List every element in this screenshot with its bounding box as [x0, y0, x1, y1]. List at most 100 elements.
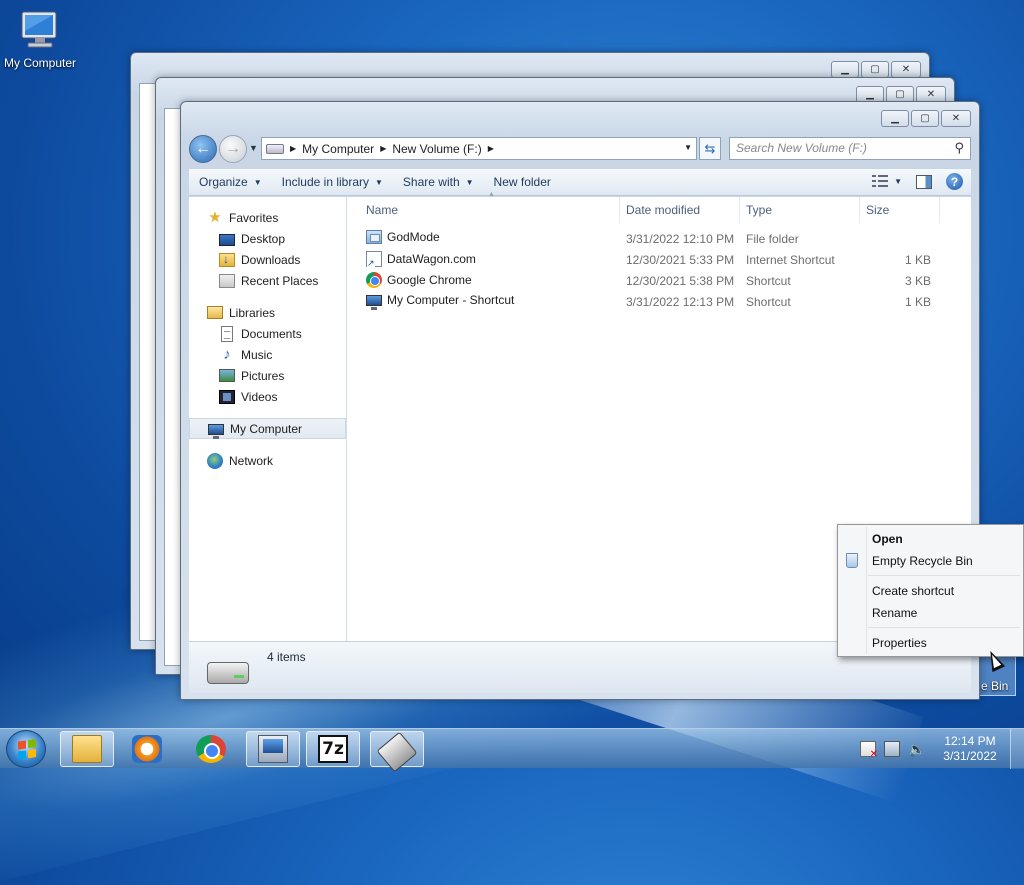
nav-downloads[interactable]: Downloads: [189, 249, 346, 270]
nav-network[interactable]: Network: [189, 450, 346, 471]
desktop-icon-label: e Bin: [981, 679, 1009, 693]
search-icon[interactable]: ⚲: [954, 140, 964, 156]
menu-item-rename[interactable]: Rename: [838, 602, 1023, 624]
desktop-icon-my-computer[interactable]: My Computer: [0, 6, 80, 70]
maximize-button[interactable]: ▢: [911, 110, 939, 127]
file-row[interactable]: My Computer - Shortcut 3/31/2022 12:13 P…: [348, 292, 971, 313]
nav-label: Music: [241, 347, 273, 362]
menu-label: Properties: [872, 636, 927, 650]
maximize-button[interactable]: ▢: [861, 61, 889, 78]
nav-favorites[interactable]: ★ Favorites: [189, 207, 346, 228]
nav-recent-places[interactable]: Recent Places: [189, 270, 346, 291]
nav-pictures[interactable]: Pictures: [189, 365, 346, 386]
refresh-button[interactable]: ⇆: [699, 137, 721, 160]
nav-libraries[interactable]: Libraries: [189, 302, 346, 323]
preview-pane-icon[interactable]: [916, 174, 932, 189]
command-bar: Organize ▼ Include in library ▼ Share wi…: [189, 168, 971, 196]
clock[interactable]: 12:14 PM 3/31/2022: [934, 734, 1006, 764]
internet-shortcut-icon: [366, 251, 382, 268]
share-with-label: Share with: [402, 175, 460, 189]
column-header-date[interactable]: Date modified: [620, 197, 740, 223]
file-name: My Computer - Shortcut: [387, 293, 515, 307]
nav-label: Videos: [241, 389, 278, 404]
share-with-button[interactable]: Share with ▼: [393, 175, 484, 189]
show-desktop-button[interactable]: [1010, 729, 1024, 769]
caret-down-icon: ▼: [465, 177, 474, 187]
close-button[interactable]: ✕: [941, 110, 971, 127]
file-row[interactable]: GodMode 3/31/2022 12:10 PM File folder: [348, 229, 971, 250]
help-icon[interactable]: ?: [946, 173, 963, 190]
menu-label: Open: [872, 532, 903, 546]
computer-icon: [258, 735, 288, 763]
file-name: GodMode: [387, 230, 440, 244]
menu-item-create-shortcut[interactable]: Create shortcut: [838, 580, 1023, 602]
nav-label: Recent Places: [241, 273, 319, 288]
music-icon: ♪: [223, 345, 231, 363]
back-button[interactable]: ←: [189, 135, 217, 163]
file-date: 3/31/2022 12:10 PM: [626, 232, 735, 246]
chevron-right-icon[interactable]: ▶: [488, 144, 494, 153]
details-view-icon: [872, 174, 889, 189]
column-label: Date modified: [626, 203, 701, 217]
forward-button[interactable]: →: [219, 135, 247, 163]
history-dropdown-button[interactable]: ▼: [249, 143, 258, 153]
folder-icon: [366, 230, 382, 244]
menu-separator: [838, 572, 1023, 580]
file-type: Shortcut: [746, 295, 791, 309]
system-tray: 🔈 12:14 PM 3/31/2022: [852, 729, 1024, 769]
file-row[interactable]: Google Chrome 12/30/2021 5:38 PM Shortcu…: [348, 271, 971, 292]
network-icon[interactable]: [884, 741, 900, 757]
chevron-right-icon[interactable]: ▶: [380, 144, 386, 153]
chrome-icon: [196, 735, 226, 763]
column-header-type[interactable]: Type: [740, 197, 860, 223]
column-label: Name: [366, 203, 399, 217]
nav-my-computer[interactable]: My Computer: [189, 418, 346, 439]
pictures-icon: [219, 369, 235, 382]
nav-desktop[interactable]: Desktop: [189, 228, 346, 249]
organize-button[interactable]: Organize ▼: [189, 175, 272, 189]
media-player-icon: [132, 735, 162, 763]
column-header-size[interactable]: Size: [860, 197, 940, 223]
menu-item-open[interactable]: Open: [838, 528, 1023, 550]
computer-shortcut-icon: [366, 295, 382, 310]
include-in-library-button[interactable]: Include in library ▼: [272, 175, 393, 189]
search-input[interactable]: Search New Volume (F:) ⚲: [729, 137, 971, 160]
nav-label: Libraries: [229, 305, 276, 320]
chevron-right-icon[interactable]: ▶: [290, 144, 296, 153]
new-folder-button[interactable]: New folder: [484, 175, 561, 189]
action-center-icon[interactable]: [860, 741, 878, 760]
nav-music[interactable]: ♪ Music: [189, 344, 346, 365]
taskbar-chrome-button[interactable]: [184, 731, 238, 767]
file-row[interactable]: DataWagon.com 12/30/2021 5:33 PM Interne…: [348, 250, 971, 271]
breadcrumb-item[interactable]: New Volume (F:): [392, 142, 481, 156]
close-button[interactable]: ✕: [891, 61, 921, 78]
taskbar-7zip-button[interactable]: 7z: [306, 731, 360, 767]
address-dropdown-button[interactable]: ▼: [684, 143, 692, 152]
taskbar-media-player-button[interactable]: [120, 731, 174, 767]
column-header-name[interactable]: Name ▲: [348, 191, 620, 223]
nav-documents[interactable]: Documents: [189, 323, 346, 344]
drive-icon: [376, 731, 418, 772]
minimize-button[interactable]: ▁: [881, 110, 909, 127]
change-view-button[interactable]: ▼: [872, 174, 902, 189]
address-bar[interactable]: ▶ My Computer ▶ New Volume (F:) ▶ ▼: [261, 137, 697, 160]
taskbar-drive-button[interactable]: [370, 731, 424, 772]
file-size: 3 KB: [904, 274, 931, 288]
volume-icon[interactable]: 🔈: [908, 741, 925, 757]
menu-item-empty-recycle-bin[interactable]: Empty Recycle Bin: [838, 550, 1023, 572]
search-placeholder: Search New Volume (F:): [736, 141, 867, 155]
menu-label: Create shortcut: [872, 584, 955, 598]
nav-videos[interactable]: Videos: [189, 386, 346, 407]
nav-label: My Computer: [230, 421, 303, 436]
clock-time: 12:14 PM: [944, 734, 996, 748]
start-button[interactable]: [6, 730, 46, 768]
taskbar-explorer-button[interactable]: [60, 731, 114, 767]
file-date: 12/30/2021 5:33 PM: [626, 253, 735, 267]
nav-label: Network: [229, 453, 274, 468]
libraries-icon: [207, 306, 223, 319]
taskbar-computer-button[interactable]: [246, 731, 300, 767]
breadcrumb-item[interactable]: My Computer: [302, 142, 374, 156]
minimize-button[interactable]: ▁: [831, 61, 859, 78]
sort-ascending-icon: ▲: [488, 191, 495, 198]
file-size: 1 KB: [904, 253, 931, 267]
